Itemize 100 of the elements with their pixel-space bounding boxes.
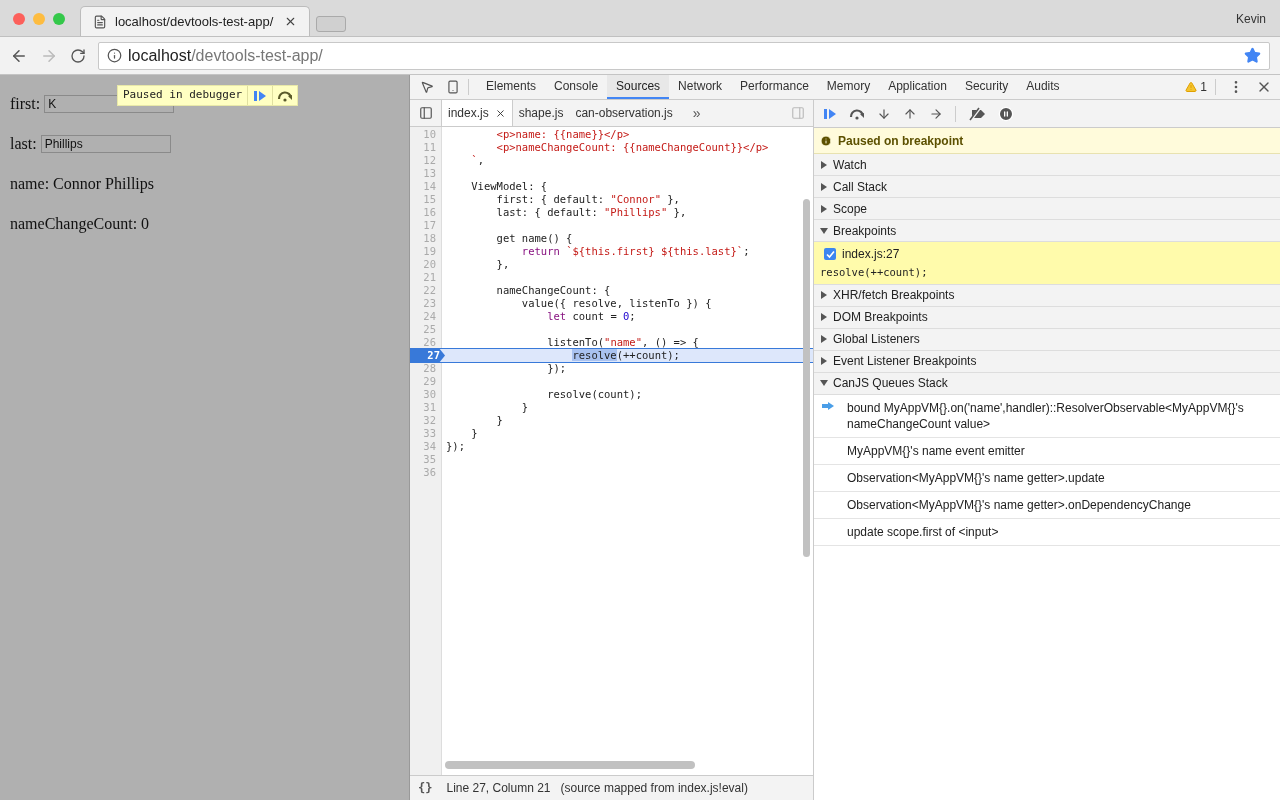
devtools-tab[interactable]: Audits bbox=[1017, 75, 1069, 99]
devtools-tab[interactable]: Network bbox=[669, 75, 732, 99]
code-line: last: { default: "Phillips" }, bbox=[495, 206, 687, 219]
vertical-scrollbar[interactable] bbox=[803, 199, 810, 557]
code-line: let count = 0; bbox=[546, 310, 636, 323]
horizontal-scrollbar[interactable] bbox=[445, 761, 695, 769]
stack-frame-text: MyAppVM{}'s name event emitter bbox=[847, 442, 1025, 459]
devtools-tab[interactable]: Memory bbox=[817, 75, 880, 99]
url-path: /devtools-test-app/ bbox=[191, 45, 324, 66]
code-line: first: { default: "Connor" }, bbox=[495, 193, 680, 206]
stack-frame-text: update scope.first of <input> bbox=[847, 523, 999, 540]
resume-icon[interactable] bbox=[823, 107, 837, 120]
section-header[interactable]: XHR/fetch Breakpoints bbox=[814, 284, 1280, 307]
devtools-tab[interactable]: Application bbox=[879, 75, 956, 99]
stack-frame-text: Observation<MyAppVM{}'s name getter>.update bbox=[847, 469, 1105, 486]
step-into-icon[interactable] bbox=[877, 106, 891, 121]
stack-frame[interactable]: bound MyAppVM{}.on('name',handler)::ResolverObservable<MyAppVM{}'s nameChangeCount value> bbox=[814, 394, 1280, 438]
section-title: CanJS Queues Stack bbox=[833, 375, 948, 393]
output-text: name: Connor Phillips bbox=[10, 174, 155, 195]
resume-icon[interactable] bbox=[253, 89, 268, 102]
cursor-position: Line 27, Column 21 bbox=[446, 780, 551, 797]
more-tabs-button[interactable]: » bbox=[678, 100, 715, 126]
expand-triangle-icon[interactable] bbox=[820, 182, 828, 191]
text-field[interactable]: Phillips bbox=[40, 135, 171, 153]
code-line: value({ resolve, listenTo }) { bbox=[520, 297, 712, 310]
section-header[interactable]: Breakpoints bbox=[814, 220, 1280, 242]
expand-triangle-icon[interactable] bbox=[820, 204, 828, 213]
pretty-print-button[interactable]: {} bbox=[418, 779, 433, 797]
devtools-tab[interactable]: Performance bbox=[731, 75, 818, 99]
code-line: }, bbox=[495, 258, 510, 271]
expand-triangle-icon[interactable] bbox=[820, 313, 828, 322]
tab-title: localhost/devtools-test-app/ bbox=[115, 12, 275, 31]
close-icon[interactable] bbox=[284, 15, 297, 28]
field-label: first: bbox=[10, 94, 41, 114]
section-header[interactable]: Event Listener Breakpoints bbox=[814, 350, 1280, 373]
section-title: Call Stack bbox=[833, 178, 888, 196]
line-number[interactable]: 27 bbox=[410, 349, 445, 362]
section-header[interactable]: CanJS Queues Stack bbox=[814, 372, 1280, 395]
code-line: }); bbox=[445, 440, 465, 453]
section-header[interactable]: Call Stack bbox=[814, 176, 1280, 198]
stack-frame-text: Observation<MyAppVM{}'s name getter>.onDependencyChange bbox=[847, 496, 1191, 513]
devtools-tab[interactable]: Elements bbox=[477, 75, 546, 99]
section-header[interactable]: Scope bbox=[814, 198, 1280, 220]
devtools-tab[interactable]: Sources bbox=[607, 75, 670, 99]
close-icon[interactable] bbox=[494, 107, 506, 119]
section-title: Breakpoints bbox=[833, 222, 897, 240]
field-label: last: bbox=[10, 134, 37, 154]
file-tab[interactable]: can-observation.js bbox=[569, 100, 679, 126]
paused-message: Paused on breakpoint bbox=[838, 132, 964, 150]
file-tab[interactable]: shape.js bbox=[512, 100, 570, 126]
expand-triangle-icon[interactable] bbox=[820, 357, 828, 366]
section-header[interactable]: DOM Breakpoints bbox=[814, 306, 1280, 329]
deactivate-breakpoints-icon[interactable] bbox=[968, 106, 986, 121]
collapse-triangle-icon[interactable] bbox=[820, 226, 828, 235]
expand-triangle-icon[interactable] bbox=[820, 160, 828, 169]
code-line: `, bbox=[470, 154, 484, 167]
step-over-icon[interactable] bbox=[849, 107, 865, 120]
code-line: return `${this.first} ${this.last}`; bbox=[520, 245, 750, 258]
devtools-tab[interactable]: Security bbox=[955, 75, 1018, 99]
stack-frame[interactable]: update scope.first of <input> bbox=[814, 518, 1280, 546]
file-tab[interactable]: index.js bbox=[442, 100, 513, 126]
expand-triangle-icon[interactable] bbox=[820, 335, 828, 344]
section-title: DOM Breakpoints bbox=[833, 309, 928, 327]
section-title: XHR/fetch Breakpoints bbox=[833, 287, 955, 305]
breakpoint-code: resolve(++count); bbox=[820, 265, 929, 280]
section-header[interactable]: Global Listeners bbox=[814, 328, 1280, 351]
step-icon[interactable] bbox=[929, 106, 943, 121]
code-line: listenTo("name", () => { bbox=[546, 336, 699, 349]
device-toolbar-icon[interactable] bbox=[446, 80, 460, 94]
stack-frame[interactable]: MyAppVM{}'s name event emitter bbox=[814, 437, 1280, 465]
breakpoint-checkbox[interactable] bbox=[824, 248, 836, 260]
code-line: }); bbox=[546, 362, 567, 375]
section-title: Watch bbox=[833, 156, 867, 174]
section-header[interactable]: Watch bbox=[814, 154, 1280, 176]
info-icon bbox=[107, 48, 122, 63]
reload-icon[interactable] bbox=[70, 47, 86, 64]
collapse-triangle-icon[interactable] bbox=[820, 379, 828, 388]
pause-on-exceptions-icon[interactable] bbox=[998, 105, 1014, 122]
stack-frame-text: bound MyAppVM{}.on('name',handler)::ResolverObservable<MyAppVM{}'s nameChangeCount value> bbox=[847, 399, 1245, 432]
code-line: <p>nameChangeCount: {{nameChangeCount}}</p> bbox=[495, 141, 769, 154]
devtools-tab[interactable]: Console bbox=[545, 75, 608, 99]
address-field[interactable]: localhost/devtools-test-app/ bbox=[98, 41, 1270, 70]
warning-count[interactable]: 1 bbox=[1200, 78, 1207, 96]
code-line: ViewModel: { bbox=[470, 180, 548, 193]
step-out-icon[interactable] bbox=[903, 106, 917, 121]
code-line: nameChangeCount: { bbox=[495, 284, 611, 297]
browser-tab[interactable]: localhost/devtools-test-app/ bbox=[80, 6, 310, 36]
expand-triangle-icon[interactable] bbox=[820, 291, 828, 300]
stack-frame[interactable]: Observation<MyAppVM{}'s name getter>.update bbox=[814, 464, 1280, 492]
profile-name[interactable]: Kevin bbox=[1235, 10, 1266, 28]
info-icon bbox=[820, 134, 832, 147]
page-icon bbox=[93, 14, 107, 29]
inspect-icon[interactable] bbox=[420, 80, 434, 94]
section-title: Global Listeners bbox=[833, 331, 920, 349]
step-over-icon[interactable] bbox=[277, 89, 294, 102]
bookmark-star-icon[interactable] bbox=[1244, 47, 1261, 64]
navigator-toggle-icon[interactable] bbox=[418, 106, 433, 120]
stack-frame[interactable]: Observation<MyAppVM{}'s name getter>.onDependencyChange bbox=[814, 491, 1280, 519]
code-line: <p>name: {{name}}</p> bbox=[495, 128, 630, 141]
debugger-toggle-icon[interactable] bbox=[791, 106, 805, 120]
